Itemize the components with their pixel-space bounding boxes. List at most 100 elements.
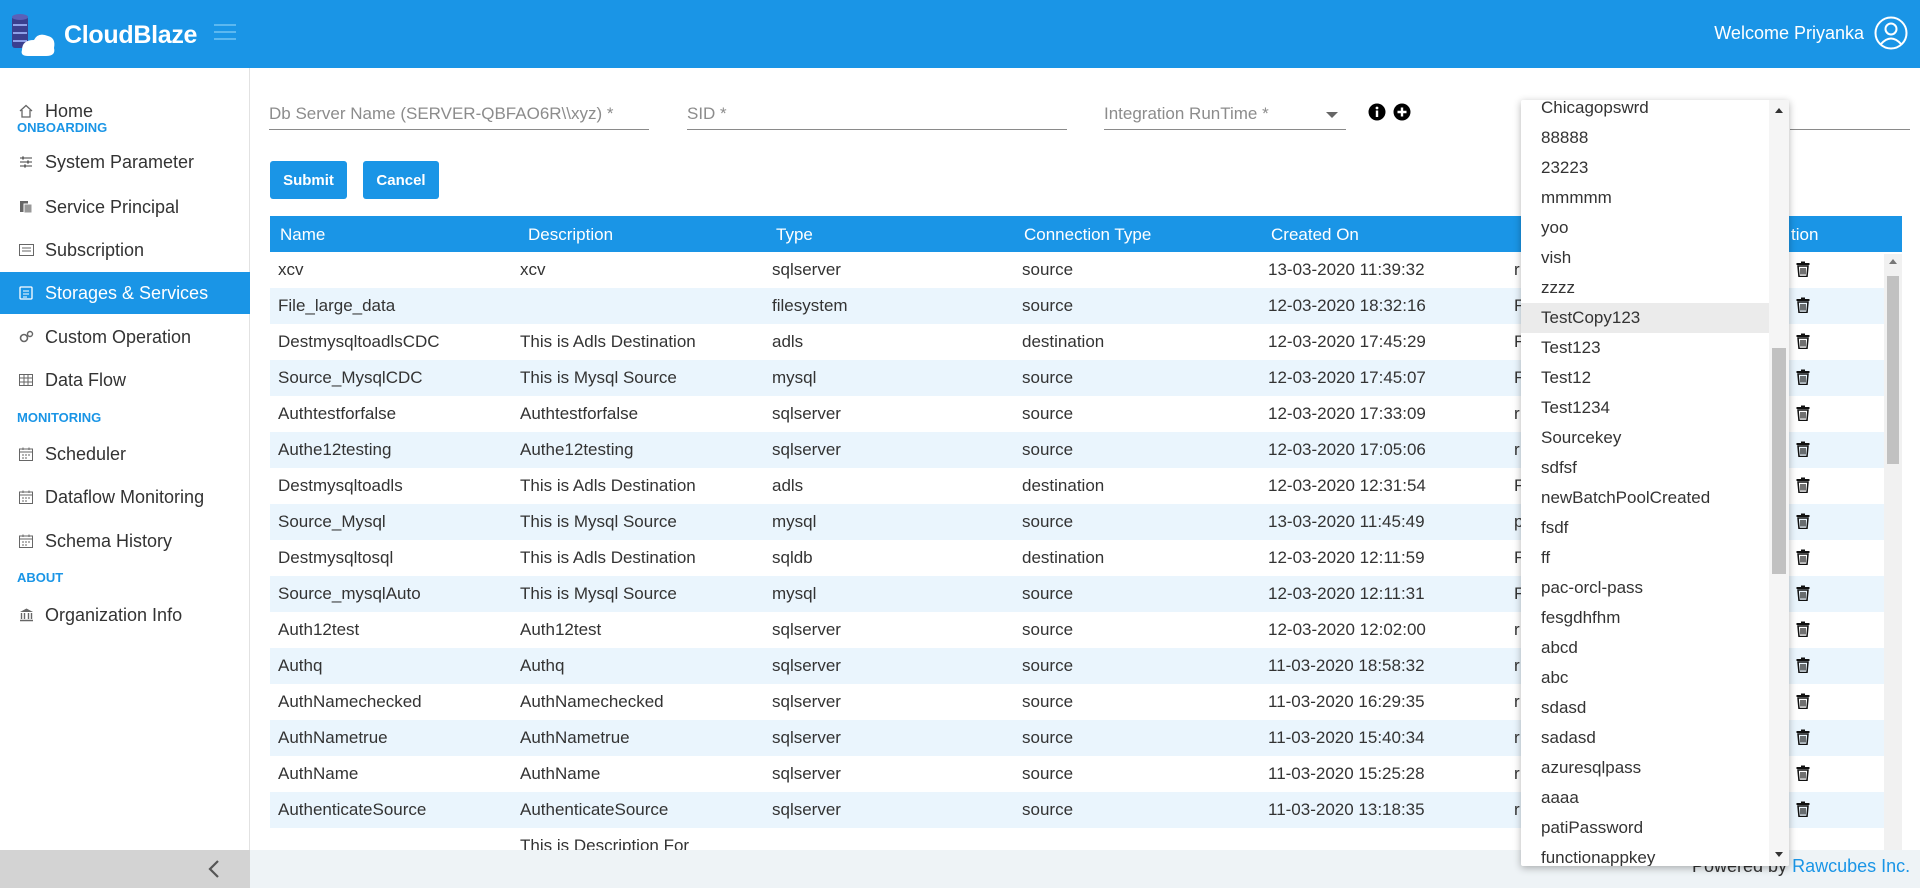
sidebar-item-storages-services[interactable]: Storages & Services xyxy=(0,272,250,314)
cell-created: 13-03-2020 11:45:49 xyxy=(1268,512,1425,531)
sidebar-item-label: Custom Operation xyxy=(45,326,192,347)
scrollbar-thumb[interactable] xyxy=(1772,348,1786,574)
dropdown-option[interactable]: sdasd xyxy=(1521,693,1769,723)
sidebar-item-service-principal[interactable]: Service Principal xyxy=(0,186,250,228)
dropdown-option[interactable]: abcd xyxy=(1521,633,1769,663)
dropdown-option[interactable]: functionappkey xyxy=(1521,843,1769,866)
trash-icon[interactable] xyxy=(1796,549,1810,570)
cell-description: xcv xyxy=(520,260,546,279)
cell-type: sqlserver xyxy=(772,260,841,279)
integration-runtime-dropdown[interactable]: Chicagopswrd 88888 23223 mmmmm yoo vish zzzz Te… xyxy=(1521,100,1789,866)
cell-type: sqlserver xyxy=(772,404,841,423)
dropdown-option[interactable]: Chicagopswrd xyxy=(1521,100,1769,123)
dropdown-option[interactable]: Test12 xyxy=(1521,363,1769,393)
sidebar-item-data-flow[interactable]: Data Flow xyxy=(0,359,250,401)
sidebar-item-custom-operation[interactable]: Custom Operation xyxy=(0,316,250,358)
cell-conn: source xyxy=(1022,728,1074,747)
trash-icon[interactable] xyxy=(1796,585,1810,606)
dropdown-option[interactable]: sadasd xyxy=(1521,723,1769,753)
trash-icon[interactable] xyxy=(1796,297,1810,318)
chevron-left-icon[interactable] xyxy=(208,859,220,879)
dropdown-option[interactable]: fesgdhfhm xyxy=(1521,603,1769,633)
dropdown-option[interactable]: fsdf xyxy=(1521,513,1769,543)
trash-icon[interactable] xyxy=(1796,261,1810,282)
trash-icon[interactable] xyxy=(1796,657,1810,678)
sidebar-item-label: Home xyxy=(45,100,94,121)
sidebar-item-dataflow-monitoring[interactable]: Dataflow Monitoring xyxy=(0,476,250,518)
add-circle-icon[interactable] xyxy=(1393,103,1411,121)
col-header-name[interactable]: Name xyxy=(280,225,325,245)
trash-icon[interactable] xyxy=(1796,765,1810,786)
sidebar-item-organization-info[interactable]: Organization Info xyxy=(0,594,250,636)
dropdown-option[interactable]: TestCopy123 xyxy=(1521,303,1769,333)
cell-description: This is Mysql Source xyxy=(520,512,677,531)
dropdown-option[interactable]: abc xyxy=(1521,663,1769,693)
dropdown-option[interactable]: mmmmm xyxy=(1521,183,1769,213)
dropdown-option[interactable]: sdfsf xyxy=(1521,453,1769,483)
info-icon[interactable] xyxy=(1368,103,1386,121)
table-scrollbar[interactable] xyxy=(1884,254,1902,888)
trash-icon[interactable] xyxy=(1796,729,1810,750)
cell-created: 12-03-2020 17:45:29 xyxy=(1268,332,1426,351)
submit-button[interactable]: Submit xyxy=(270,161,347,199)
cell-type: sqlserver xyxy=(772,620,841,639)
cell-created: 12-03-2020 12:11:59 xyxy=(1268,548,1425,567)
col-header-description[interactable]: Description xyxy=(528,225,613,245)
dropdown-option[interactable]: vish xyxy=(1521,243,1769,273)
scrollbar-thumb[interactable] xyxy=(1887,276,1899,464)
cell-description: AuthNamechecked xyxy=(520,692,664,711)
trash-icon[interactable] xyxy=(1796,513,1810,534)
sidebar-item-system-parameter[interactable]: System Parameter xyxy=(0,141,250,183)
additional-input[interactable] xyxy=(1790,100,1910,130)
cell-name: AuthName xyxy=(278,764,359,783)
scroll-up-icon[interactable] xyxy=(1889,259,1897,264)
trash-icon[interactable] xyxy=(1796,477,1810,498)
sidebar-item-schema-history[interactable]: Schema History xyxy=(0,520,250,562)
cell-conn: source xyxy=(1022,260,1074,279)
cell-name: Source_MysqlCDC xyxy=(278,368,423,387)
trash-icon[interactable] xyxy=(1796,405,1810,426)
cell-conn: source xyxy=(1022,296,1074,315)
company-link[interactable]: Rawcubes Inc. xyxy=(1792,856,1910,876)
dropdown-option[interactable]: ff xyxy=(1521,543,1769,573)
trash-icon[interactable] xyxy=(1796,333,1810,354)
sidebar-item-label: Service Principal xyxy=(45,196,180,217)
dropdown-option[interactable]: yoo xyxy=(1521,213,1769,243)
dropdown-option[interactable]: 88888 xyxy=(1521,123,1769,153)
trash-icon[interactable] xyxy=(1796,369,1810,390)
dropdown-option[interactable]: Test1234 xyxy=(1521,393,1769,423)
dropdown-option[interactable]: azuresqlpass xyxy=(1521,753,1769,783)
trash-icon[interactable] xyxy=(1796,801,1810,822)
dropdown-option[interactable]: newBatchPoolCreated xyxy=(1521,483,1769,513)
dropdown-option[interactable]: 23223 xyxy=(1521,153,1769,183)
dropdown-scrollbar[interactable] xyxy=(1769,100,1789,866)
trash-icon[interactable] xyxy=(1796,693,1810,714)
cancel-button[interactable]: Cancel xyxy=(363,161,439,199)
dropdown-option[interactable]: patiPassword xyxy=(1521,813,1769,843)
sidebar-collapse-bar[interactable] xyxy=(0,850,250,888)
dropdown-option[interactable]: zzzz xyxy=(1521,273,1769,303)
menu-toggle-icon[interactable] xyxy=(214,24,236,42)
col-header-connection-type[interactable]: Connection Type xyxy=(1024,225,1151,245)
cell-description: Auth12test xyxy=(520,620,602,639)
col-header-type[interactable]: Type xyxy=(776,225,813,245)
sidebar-item-label: Schema History xyxy=(45,530,173,551)
integration-runtime-select[interactable]: Integration RunTime * xyxy=(1104,100,1346,130)
sid-input[interactable]: SID * xyxy=(687,100,1067,130)
trash-icon[interactable] xyxy=(1796,621,1810,642)
dropdown-option[interactable]: aaaa xyxy=(1521,783,1769,813)
scroll-up-icon[interactable] xyxy=(1775,108,1783,113)
trash-icon[interactable] xyxy=(1796,441,1810,462)
sidebar-item-subscription[interactable]: Subscription xyxy=(0,229,250,271)
dropdown-option[interactable]: Sourcekey xyxy=(1521,423,1769,453)
dropdown-option[interactable]: Test123 xyxy=(1521,333,1769,363)
scroll-down-icon[interactable] xyxy=(1775,852,1783,857)
cell-extra: r xyxy=(1514,800,1520,819)
db-server-name-input[interactable]: Db Server Name (SERVER-QBFAO6R\\xyz) * xyxy=(269,100,649,130)
col-header-created-on[interactable]: Created On xyxy=(1271,225,1359,245)
cell-conn: destination xyxy=(1022,548,1105,567)
dropdown-option[interactable]: pac-orcl-pass xyxy=(1521,573,1769,603)
cell-conn: source xyxy=(1022,620,1074,639)
user-avatar-icon[interactable] xyxy=(1874,16,1908,50)
sidebar-item-scheduler[interactable]: Scheduler xyxy=(0,433,250,475)
